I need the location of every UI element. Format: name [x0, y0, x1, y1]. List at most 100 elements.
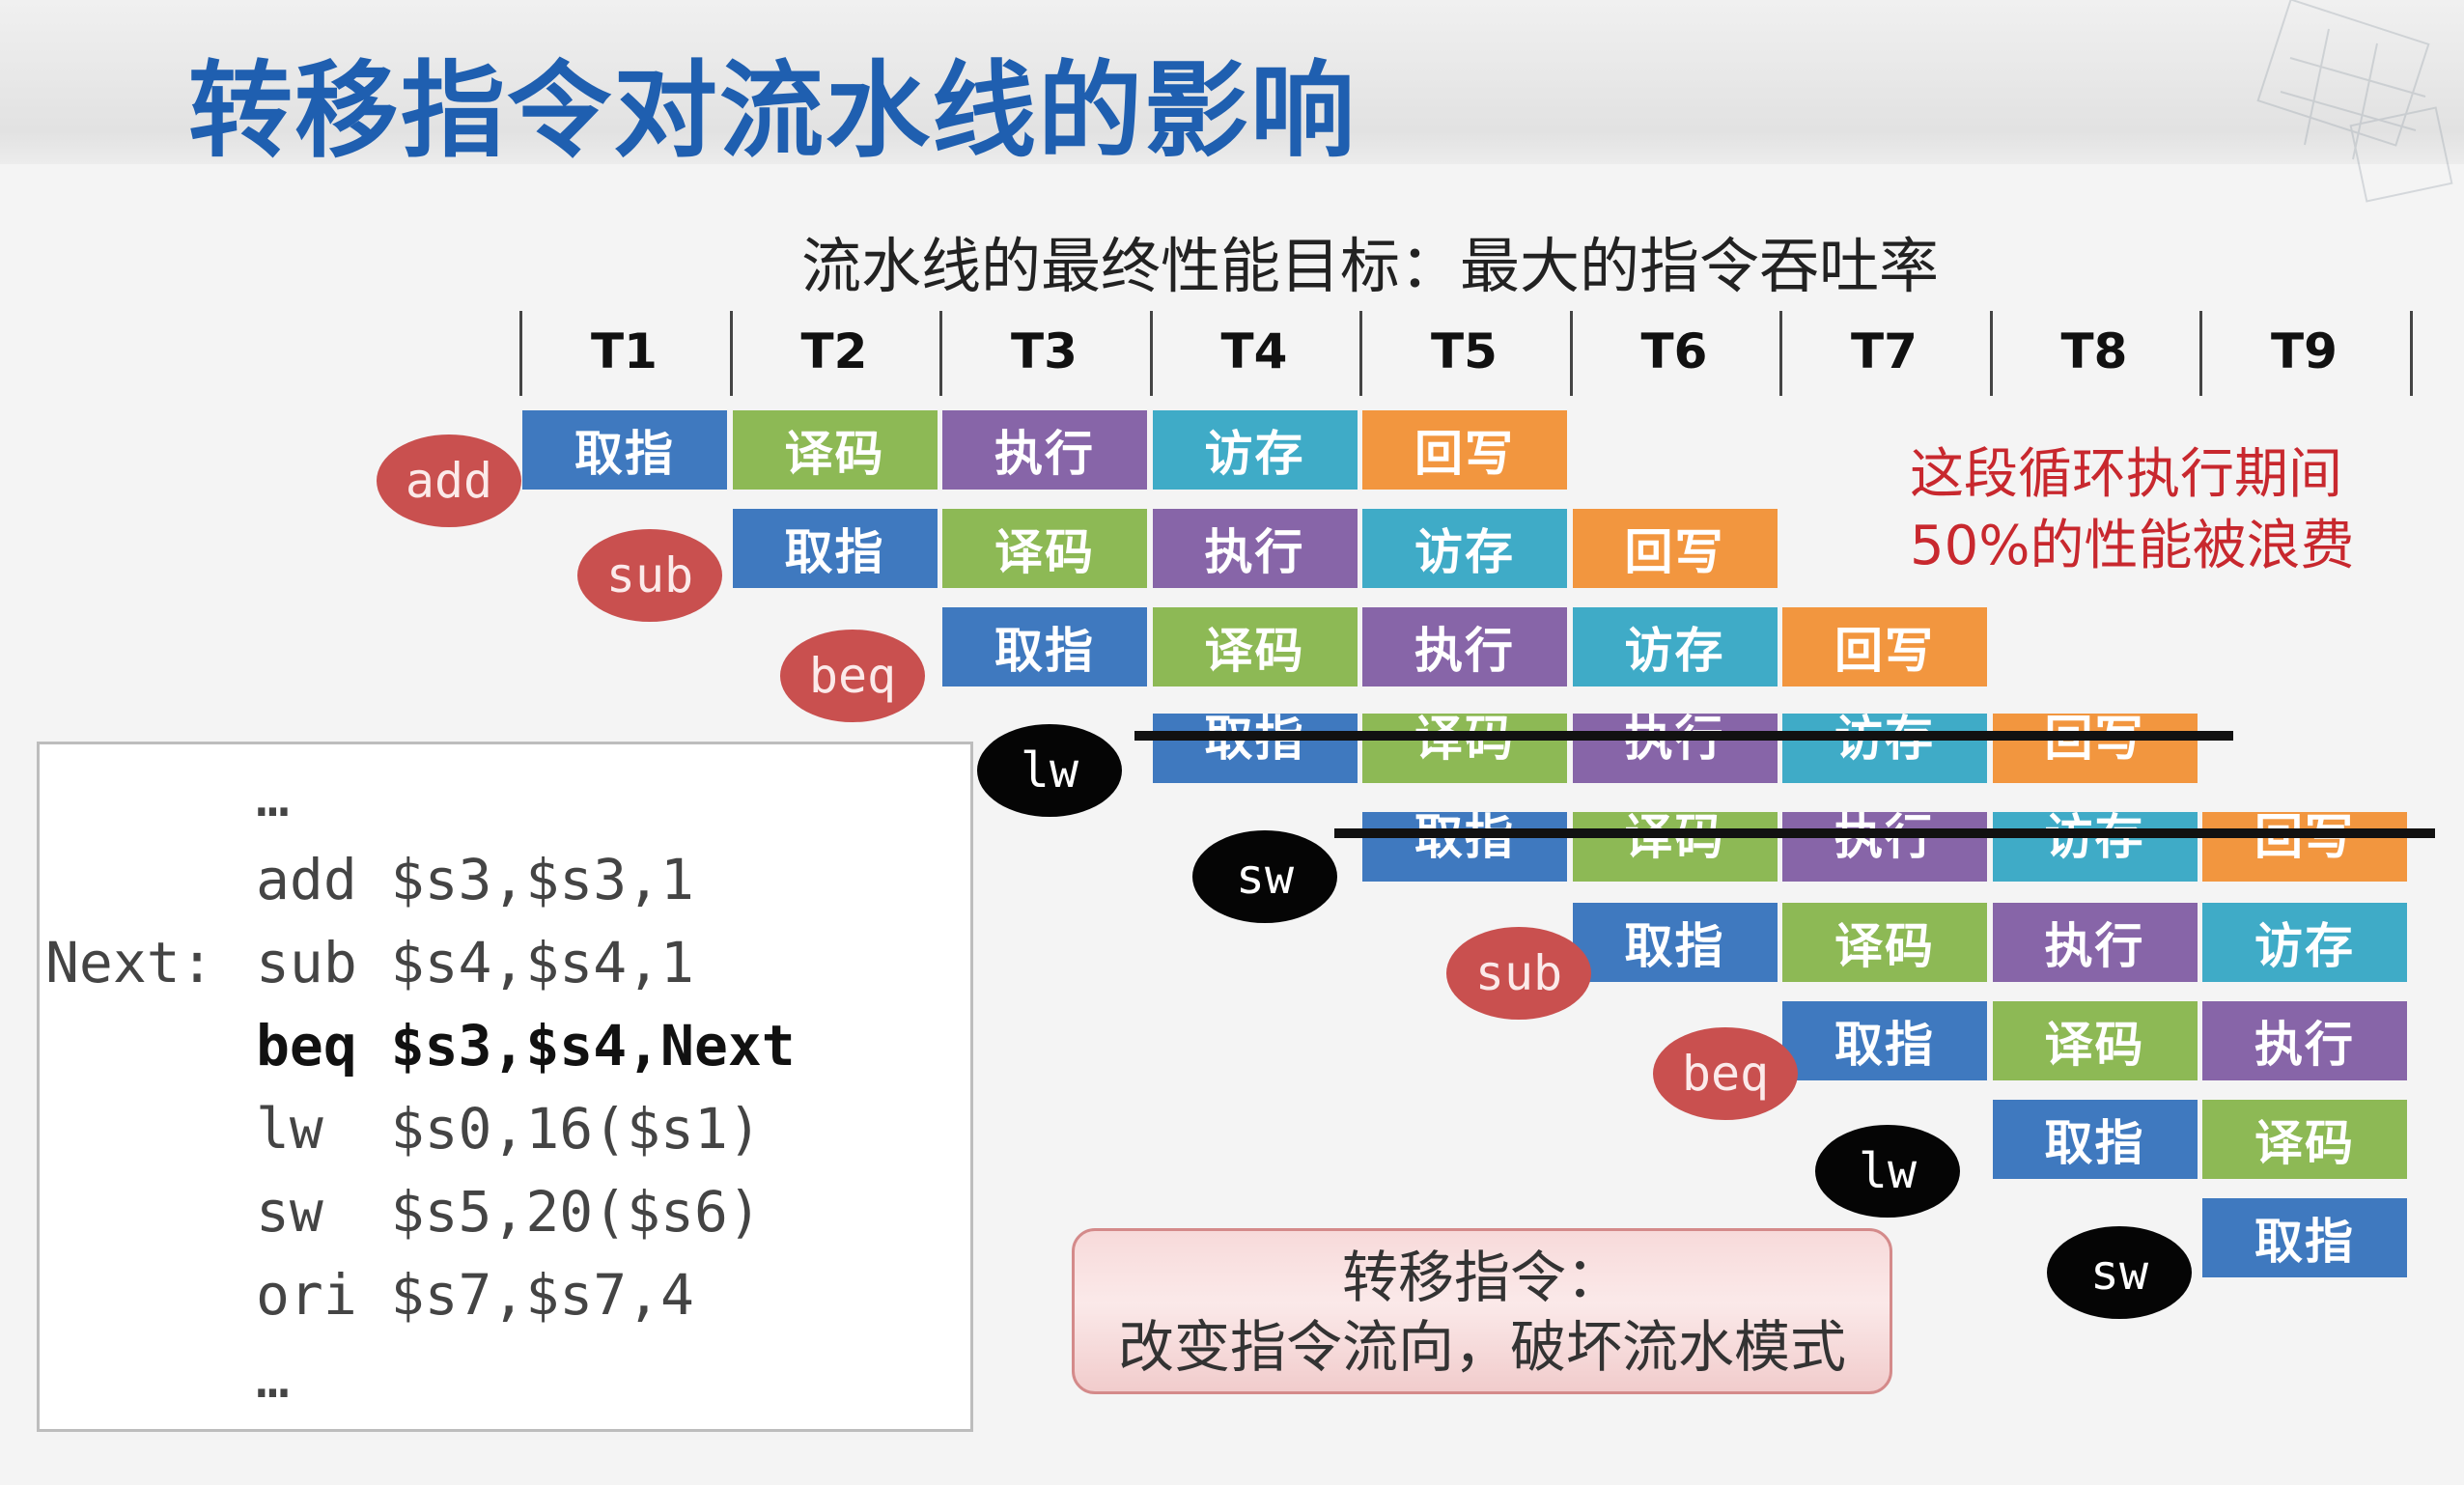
- stage-label: 访存: [1414, 524, 1515, 580]
- stage-label: 执行: [1625, 714, 1725, 770]
- stage-label: 访存: [2254, 918, 2355, 974]
- pipeline-stage-beq-1: 取指: [942, 607, 1147, 686]
- cycle-label-t4: T4: [1220, 323, 1288, 379]
- code-text: sw $s5,20($s6): [256, 1179, 762, 1245]
- code-text: add $s3,$s3,1: [256, 847, 694, 912]
- cycle-label-t6: T6: [1640, 323, 1708, 379]
- pipeline-stage-beq-1: 取指: [1782, 1001, 1987, 1080]
- pipeline-stage-beq-3: 执行: [2202, 1001, 2407, 1080]
- pipeline-stage-add-5: 回写: [1362, 410, 1567, 490]
- stage-label: 访存: [2044, 812, 2145, 865]
- stage-label: 取指: [1624, 918, 1725, 974]
- pipeline-stage-sw-1: 取指: [1362, 812, 1567, 882]
- pipeline-stage-lw-1: 取指: [1152, 714, 1358, 783]
- pipeline-stage-add-4: 访存: [1152, 410, 1358, 490]
- stage-label: 译码: [2044, 1017, 2145, 1073]
- pipeline-stage-sub-4: 访存: [1362, 509, 1567, 588]
- stage-label: 取指: [784, 524, 885, 580]
- stage-label: 译码: [1204, 623, 1305, 679]
- subtitle: 流水线的最终性能目标：最大的指令吞吐率: [801, 231, 1940, 301]
- instruction-label-lw: lw: [977, 724, 1122, 817]
- stage-label: 取指: [1205, 714, 1305, 770]
- pipeline-stage-sw-4: 访存: [1992, 812, 2198, 882]
- pipeline-stage-sw-3: 执行: [1782, 812, 1987, 882]
- stage-label: 访存: [1204, 426, 1305, 482]
- code-text: …: [256, 1345, 290, 1411]
- stage-label: 译码: [994, 524, 1095, 580]
- pipeline-stage-beq-2: 译码: [1992, 1001, 2198, 1080]
- stage-label: 取指: [1414, 812, 1515, 865]
- flush-strike-line: [1134, 731, 2233, 741]
- instruction-label-sub: sub: [1446, 927, 1591, 1020]
- decorative-sketch-graphic: [2256, 0, 2453, 203]
- code-label: Next:: [45, 930, 214, 995]
- stage-label: 执行: [1414, 623, 1515, 679]
- flush-strike-line: [1334, 828, 2435, 838]
- cycle-label-t1: T1: [591, 323, 658, 379]
- stage-label: 译码: [1834, 918, 1935, 974]
- pipeline-stage-lw-2: 译码: [2202, 1100, 2407, 1179]
- pipeline-stage-sw-2: 译码: [1572, 812, 1778, 882]
- pipeline-stage-sw-1: 取指: [2202, 1198, 2407, 1277]
- cycle-label-t9: T9: [2271, 323, 2338, 379]
- instruction-label-beq: beq: [780, 630, 925, 722]
- pipeline-stage-sub-3: 执行: [1992, 903, 2198, 982]
- stage-label: 取指: [1834, 1017, 1935, 1073]
- code-text: lw $s0,16($s1): [256, 1096, 762, 1162]
- pipeline-stage-beq-5: 回写: [1782, 607, 1987, 686]
- pipeline-stage-lw-4: 访存: [1782, 714, 1987, 783]
- stage-label: 译码: [784, 426, 885, 482]
- cycle-label-t5: T5: [1431, 323, 1498, 379]
- pipeline-stage-sub-1: 取指: [732, 509, 938, 588]
- stage-label: 回写: [1414, 426, 1515, 482]
- instruction-label-lw: lw: [1815, 1125, 1960, 1218]
- instruction-label-sub: sub: [577, 529, 722, 622]
- stage-label: 取指: [574, 426, 675, 482]
- pipeline-stage-add-2: 译码: [732, 410, 938, 490]
- code-text: sub $s4,$s4,1: [256, 930, 694, 995]
- stage-label: 取指: [2044, 1115, 2145, 1171]
- code-listing: … add $s3,$s3,1 Next: sub $s4,$s4,1 beq $s3,…: [37, 742, 973, 1432]
- timeline-tick: [2409, 311, 2413, 396]
- pipeline-stage-add-1: 取指: [522, 410, 727, 490]
- stage-label: 执行: [2044, 918, 2145, 974]
- stage-label: 执行: [2254, 1017, 2355, 1073]
- cycle-label-t2: T2: [800, 323, 868, 379]
- code-text: beq $s3,$s4,Next: [256, 1013, 796, 1079]
- stage-label: 执行: [1204, 524, 1305, 580]
- stage-label: 回写: [1624, 524, 1725, 580]
- pipeline-stage-sub-1: 取指: [1572, 903, 1778, 982]
- instruction-label-beq: beq: [1653, 1027, 1798, 1120]
- pipeline-stage-add-3: 执行: [942, 410, 1147, 490]
- stage-label: 回写: [2254, 812, 2355, 865]
- pipeline-stage-beq-4: 访存: [1572, 607, 1778, 686]
- slide-title: 转移指令对流水线的影响: [188, 51, 1358, 172]
- stage-label: 执行: [1834, 812, 1935, 865]
- stage-label: 取指: [994, 623, 1095, 679]
- pipeline-stage-sub-3: 执行: [1152, 509, 1358, 588]
- stage-label: 执行: [994, 426, 1095, 482]
- cycle-label-t3: T3: [1011, 323, 1078, 379]
- instruction-label-add: add: [377, 434, 521, 527]
- waste-note-line: 这段循环执行期间: [1910, 443, 2342, 506]
- stage-label: 访存: [1834, 714, 1935, 770]
- instruction-label-sw: sw: [2047, 1226, 2192, 1319]
- pipeline-stage-lw-2: 译码: [1362, 714, 1567, 783]
- pipeline-stage-sw-5: 回写: [2202, 812, 2407, 882]
- stage-label: 取指: [2254, 1214, 2355, 1270]
- pipeline-stage-sub-5: 回写: [1572, 509, 1778, 588]
- pipeline-stage-beq-2: 译码: [1152, 607, 1358, 686]
- pipeline-stage-sub-2: 译码: [942, 509, 1147, 588]
- code-text: …: [256, 764, 290, 829]
- stage-label: 访存: [1624, 623, 1725, 679]
- stage-label: 译码: [1624, 812, 1725, 865]
- pipeline-stage-lw-1: 取指: [1992, 1100, 2198, 1179]
- callout-text: 改变指令流向，破坏流水模式: [1117, 1314, 1846, 1380]
- callout-title: 转移指令：: [1341, 1245, 1622, 1310]
- instruction-label-sw: sw: [1192, 830, 1337, 923]
- pipeline-stage-beq-3: 执行: [1362, 607, 1567, 686]
- cycle-label-t8: T8: [2060, 323, 2128, 379]
- pipeline-stage-sub-2: 译码: [1782, 903, 1987, 982]
- code-text: ori $s7,$s7,4: [256, 1262, 694, 1328]
- waste-note: 这段循环执行期间 50%的性能被浪费: [1910, 439, 2354, 582]
